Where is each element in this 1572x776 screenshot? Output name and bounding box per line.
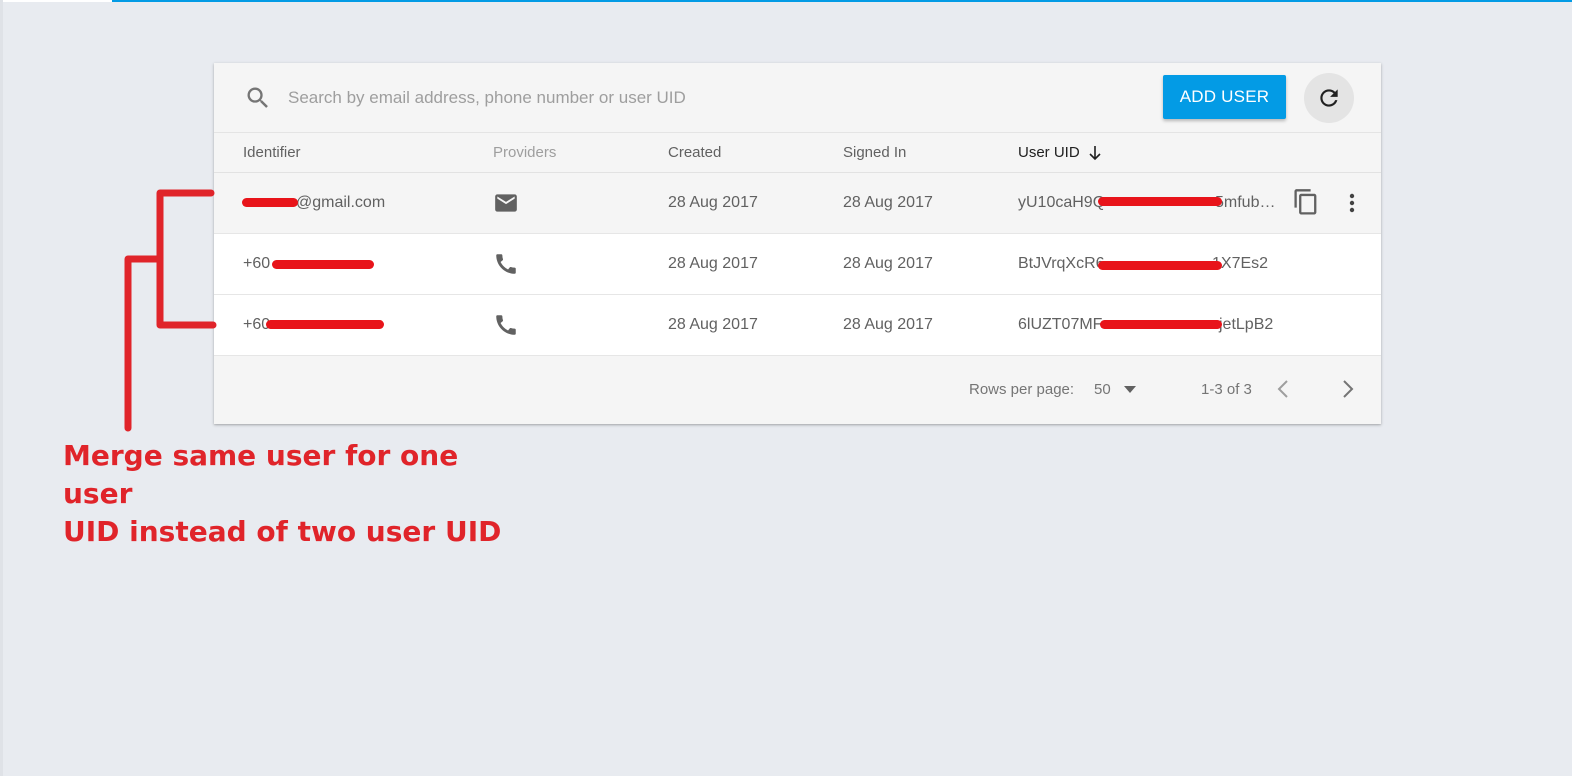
uid-cell-end: 5mfub…	[1215, 194, 1276, 211]
row-actions	[1292, 188, 1356, 218]
redaction-mark	[266, 320, 384, 329]
column-header-identifier[interactable]: Identifier	[243, 133, 301, 172]
table-row[interactable]: @gmail.com 28 Aug 2017 28 Aug 2017 yU10c…	[214, 173, 1381, 234]
refresh-button[interactable]	[1304, 73, 1354, 123]
table-row[interactable]: +60 28 Aug 2017 28 Aug 2017 BtJVrqXcR6 1…	[214, 234, 1381, 295]
table-header: Identifier Providers Created Signed In U…	[214, 133, 1381, 173]
search-input[interactable]	[286, 83, 890, 113]
provider-cell	[493, 234, 519, 294]
dropdown-arrow-icon[interactable]	[1124, 386, 1136, 394]
table-row[interactable]: +60 28 Aug 2017 28 Aug 2017 6lUZT07MF je…	[214, 295, 1381, 356]
top-progress-line	[112, 0, 1572, 2]
chevron-right-icon[interactable]	[1341, 378, 1355, 400]
uid-cell: BtJVrqXcR6	[1018, 255, 1105, 272]
refresh-icon	[1320, 89, 1338, 107]
arrow-down-icon[interactable]	[1088, 145, 1102, 161]
users-table-card: ADD USER Identifier Providers Created Si…	[214, 63, 1381, 424]
column-header-providers: Providers	[493, 144, 557, 161]
uid-cell: 6lUZT07MF	[1018, 316, 1103, 333]
table-pagination: Rows per page: 50 1-3 of 3	[214, 356, 1381, 424]
rows-per-page-select[interactable]: 50	[1094, 381, 1111, 398]
more-vert-icon[interactable]	[1348, 191, 1356, 215]
provider-cell	[493, 295, 519, 355]
page-range: 1-3 of 3	[1201, 381, 1252, 398]
phone-icon	[496, 315, 516, 335]
table-toolbar: ADD USER	[214, 63, 1381, 133]
annotation-text: Merge same user for one user UID instead…	[63, 439, 502, 548]
email-icon	[495, 194, 517, 212]
column-header-created[interactable]: Created	[668, 133, 721, 172]
redaction-mark	[1098, 261, 1222, 270]
top-bar-white	[0, 0, 112, 2]
column-header-signed-in[interactable]: Signed In	[843, 133, 906, 172]
identifier-cell: +60	[243, 255, 271, 272]
phone-icon	[496, 254, 516, 274]
search-icon	[247, 87, 268, 108]
provider-cell	[493, 173, 519, 233]
rows-per-page-label: Rows per page:	[969, 381, 1075, 398]
created-cell: 28 Aug 2017	[668, 194, 758, 211]
copy-icon[interactable]	[1292, 188, 1320, 218]
signed-in-cell: 28 Aug 2017	[843, 255, 933, 272]
add-user-button[interactable]: ADD USER	[1163, 75, 1286, 119]
created-cell: 28 Aug 2017	[668, 255, 758, 272]
redaction-mark	[1100, 320, 1222, 329]
chevron-left-icon[interactable]	[1276, 378, 1290, 400]
uid-cell-end: jetLpB2	[1219, 316, 1274, 333]
column-header-user-uid[interactable]: User UID	[1018, 133, 1102, 172]
redaction-mark	[272, 260, 374, 269]
uid-cell: yU10caH9Q	[1018, 194, 1106, 211]
redaction-mark	[1098, 197, 1222, 206]
redaction-mark	[242, 198, 298, 207]
signed-in-cell: 28 Aug 2017	[843, 194, 933, 211]
created-cell: 28 Aug 2017	[668, 316, 758, 333]
left-edge	[0, 0, 3, 776]
signed-in-cell: 28 Aug 2017	[843, 316, 933, 333]
